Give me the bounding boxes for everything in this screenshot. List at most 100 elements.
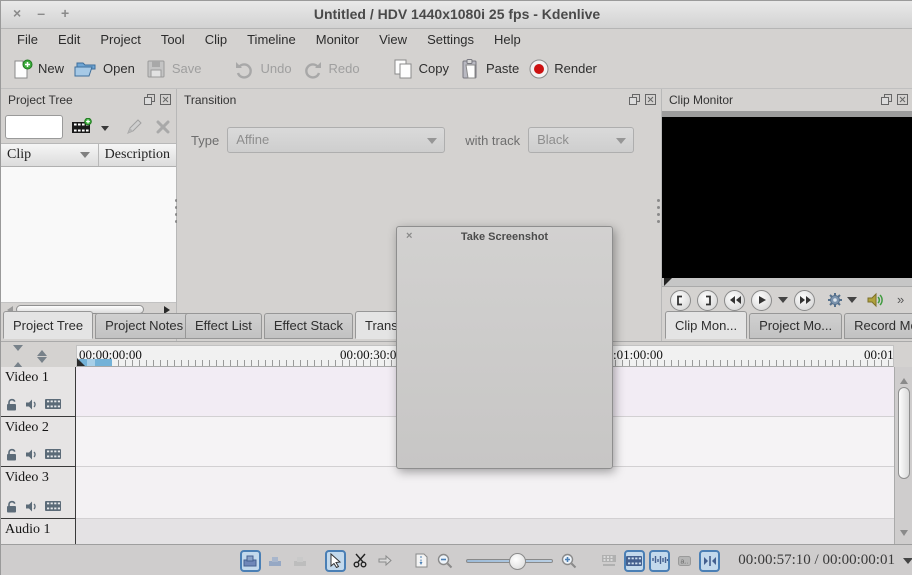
tab-effect-stack[interactable]: Effect Stack: [264, 313, 353, 339]
float-panel-icon[interactable]: [629, 94, 640, 105]
lock-open-icon[interactable]: [5, 448, 18, 461]
monitor-video-area[interactable]: [662, 117, 912, 278]
track-header-video1[interactable]: Video 1: [1, 367, 76, 417]
select-tool-button[interactable]: [325, 550, 346, 572]
lock-open-icon[interactable]: [5, 398, 18, 411]
take-screenshot-dialog[interactable]: × Take Screenshot: [396, 226, 613, 469]
zoom-fit-button[interactable]: [410, 550, 431, 572]
redo-icon: [302, 58, 324, 80]
spacer-tool-button[interactable]: [375, 550, 396, 572]
dialog-close-icon[interactable]: ×: [406, 230, 412, 242]
project-search-input[interactable]: [5, 115, 63, 139]
close-panel-icon[interactable]: [160, 94, 171, 105]
tab-clip-monitor[interactable]: Clip Mon...: [665, 311, 747, 339]
titlebar[interactable]: × – + Untitled / HDV 1440x1080i 25 fps -…: [1, 1, 912, 29]
normal-edit-mode-button[interactable]: [240, 550, 261, 572]
new-button[interactable]: New: [11, 58, 64, 80]
transition-type-select[interactable]: Affine: [227, 127, 445, 153]
copy-button[interactable]: Copy: [392, 58, 449, 80]
zoom-slider[interactable]: [466, 559, 553, 563]
save-button[interactable]: Save: [145, 58, 202, 80]
render-button[interactable]: Render: [529, 59, 597, 79]
window-title: Untitled / HDV 1440x1080i 25 fps - Kdenl…: [1, 6, 912, 22]
film-strip-icon[interactable]: [45, 500, 61, 512]
undo-button[interactable]: Undo: [233, 58, 291, 80]
menu-help[interactable]: Help: [484, 31, 531, 48]
insert-mode-button[interactable]: [290, 550, 311, 572]
tab-project-monitor[interactable]: Project Mo...: [749, 313, 842, 339]
tab-record-monitor[interactable]: Record Mon...: [844, 313, 912, 339]
audio-thumbnails-button[interactable]: [649, 550, 670, 572]
lock-open-icon[interactable]: [5, 500, 18, 513]
paste-button[interactable]: Paste: [459, 58, 519, 80]
menu-project[interactable]: Project: [90, 31, 150, 48]
menu-settings[interactable]: Settings: [417, 31, 484, 48]
marker-comments-button[interactable]: a..: [674, 550, 695, 572]
float-panel-icon[interactable]: [144, 94, 155, 105]
snap-button[interactable]: [699, 550, 720, 572]
play-button[interactable]: [751, 290, 772, 311]
settings-menu-arrow[interactable]: [847, 297, 857, 308]
collapse-tracks-icon[interactable]: [13, 345, 23, 368]
expand-tracks-icon[interactable]: [37, 345, 47, 368]
playhead-marker[interactable]: [77, 358, 85, 366]
track-body-audio1[interactable]: [76, 519, 894, 545]
scroll-down-icon[interactable]: [900, 530, 908, 540]
menu-monitor[interactable]: Monitor: [306, 31, 369, 48]
float-panel-icon[interactable]: [881, 94, 892, 105]
vscroll-thumb[interactable]: [898, 387, 910, 479]
volume-icon[interactable]: [867, 292, 885, 308]
menu-file[interactable]: File: [7, 31, 48, 48]
zoom-in-button[interactable]: [559, 550, 580, 572]
menu-tool[interactable]: Tool: [151, 31, 195, 48]
menu-clip[interactable]: Clip: [195, 31, 237, 48]
timecode-menu-arrow[interactable]: [903, 558, 912, 569]
add-clip-menu-arrow[interactable]: [101, 126, 109, 135]
track-body-video3[interactable]: [76, 467, 894, 519]
zoom-out-button[interactable]: [435, 550, 456, 572]
monitor-seek-ruler[interactable]: [662, 278, 912, 287]
menu-edit[interactable]: Edit: [48, 31, 90, 48]
scroll-up-icon[interactable]: [900, 374, 908, 384]
overflow-chevron-icon[interactable]: »: [897, 292, 904, 307]
razor-tool-button[interactable]: [350, 550, 371, 572]
speaker-icon[interactable]: [25, 398, 38, 411]
tab-project-notes[interactable]: Project Notes: [95, 313, 193, 339]
tab-effect-list[interactable]: Effect List: [185, 313, 262, 339]
timeline-vscrollbar[interactable]: [894, 367, 912, 545]
split-audio-button[interactable]: [599, 550, 620, 572]
menu-view[interactable]: View: [369, 31, 417, 48]
zoom-slider-handle[interactable]: [509, 553, 526, 570]
undo-icon: [233, 58, 255, 80]
film-strip-icon[interactable]: [45, 398, 61, 410]
track-header-audio1[interactable]: Audio 1: [1, 519, 76, 545]
open-button[interactable]: Open: [74, 58, 135, 80]
edit-clip-icon[interactable]: [125, 118, 143, 136]
rewind-button[interactable]: [724, 290, 745, 311]
redo-button[interactable]: Redo: [302, 58, 360, 80]
overwrite-mode-button[interactable]: [265, 550, 286, 572]
zone-end-button[interactable]: [697, 290, 718, 311]
close-panel-icon[interactable]: [897, 94, 908, 105]
track-name: Video 3: [5, 470, 75, 486]
play-menu-arrow[interactable]: [778, 297, 788, 308]
video-thumbnails-button[interactable]: [624, 550, 645, 572]
track-header-video2[interactable]: Video 2: [1, 417, 76, 467]
track-header-video3[interactable]: Video 3: [1, 467, 76, 519]
tab-project-tree[interactable]: Project Tree: [3, 311, 93, 339]
settings-gear-icon[interactable]: [827, 292, 843, 308]
speaker-icon[interactable]: [25, 500, 38, 513]
forward-button[interactable]: [794, 290, 815, 311]
project-clip-list[interactable]: [1, 167, 176, 303]
speaker-icon[interactable]: [25, 448, 38, 461]
menu-timeline[interactable]: Timeline: [237, 31, 306, 48]
close-panel-icon[interactable]: [645, 94, 656, 105]
panel-splitter-right[interactable]: [657, 199, 660, 223]
with-track-select[interactable]: Black: [528, 127, 634, 153]
zone-start-button[interactable]: [670, 290, 691, 311]
delete-clip-icon[interactable]: [155, 119, 171, 135]
film-strip-icon[interactable]: [45, 448, 61, 460]
column-header-clip[interactable]: Clip: [1, 144, 99, 166]
column-header-description[interactable]: Description: [99, 144, 176, 166]
add-clip-icon[interactable]: [71, 118, 93, 136]
